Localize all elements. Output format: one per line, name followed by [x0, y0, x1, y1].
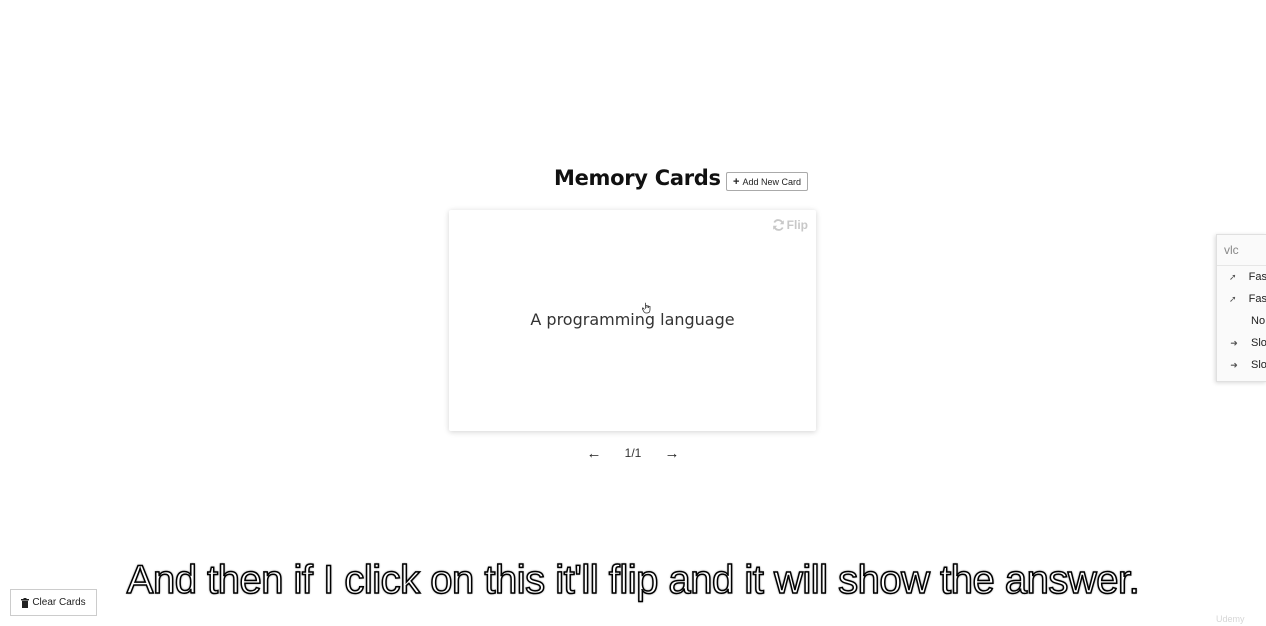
vlc-menu-item-faster-fine[interactable]: ➚ Fas — [1217, 288, 1266, 310]
card-navigation: ← 1/1 → — [586, 444, 680, 462]
video-subtitle: And then if I click on this it'll flip a… — [126, 557, 1140, 603]
hand-pointer-cursor-icon — [642, 302, 651, 314]
flip-button[interactable]: Flip — [772, 218, 808, 232]
vlc-menu-item-slower[interactable]: ➜ Slo — [1217, 354, 1266, 376]
prev-card-button[interactable]: ← — [586, 444, 602, 462]
faster-fine-icon: ➚ — [1229, 293, 1237, 304]
next-card-button[interactable]: → — [664, 444, 680, 462]
memory-card[interactable]: Flip A programming language — [449, 210, 816, 431]
header: Memory Cards — [554, 166, 721, 190]
slower-fine-icon: ➜ — [1230, 337, 1238, 348]
arrow-right-icon: → — [664, 444, 680, 462]
add-new-card-label: Add New Card — [742, 176, 801, 187]
add-new-card-button[interactable]: + Add New Card — [726, 172, 808, 191]
page-counter: 1/1 — [624, 446, 642, 460]
vlc-menu-item-slower-fine[interactable]: ➜ Slo — [1217, 332, 1266, 354]
page-title: Memory Cards — [554, 166, 721, 190]
plus-icon: + — [733, 175, 740, 188]
card-text: A programming language — [530, 310, 735, 329]
arrow-left-icon: ← — [586, 444, 602, 462]
refresh-icon — [772, 219, 784, 231]
udemy-watermark: Udemy — [1216, 614, 1245, 624]
vlc-playback-speed-menu: vlc ➚ Fas ➚ Fas No ➜ Slo ➜ Slo — [1216, 234, 1266, 382]
vlc-menu-item-faster[interactable]: ➚ Fas — [1217, 266, 1266, 288]
vlc-menu-item-normal[interactable]: No — [1217, 310, 1266, 332]
vlc-menu-title: vlc — [1217, 235, 1266, 266]
faster-icon: ➚ — [1229, 271, 1237, 282]
flip-label: Flip — [786, 218, 808, 232]
slower-icon: ➜ — [1230, 359, 1238, 370]
